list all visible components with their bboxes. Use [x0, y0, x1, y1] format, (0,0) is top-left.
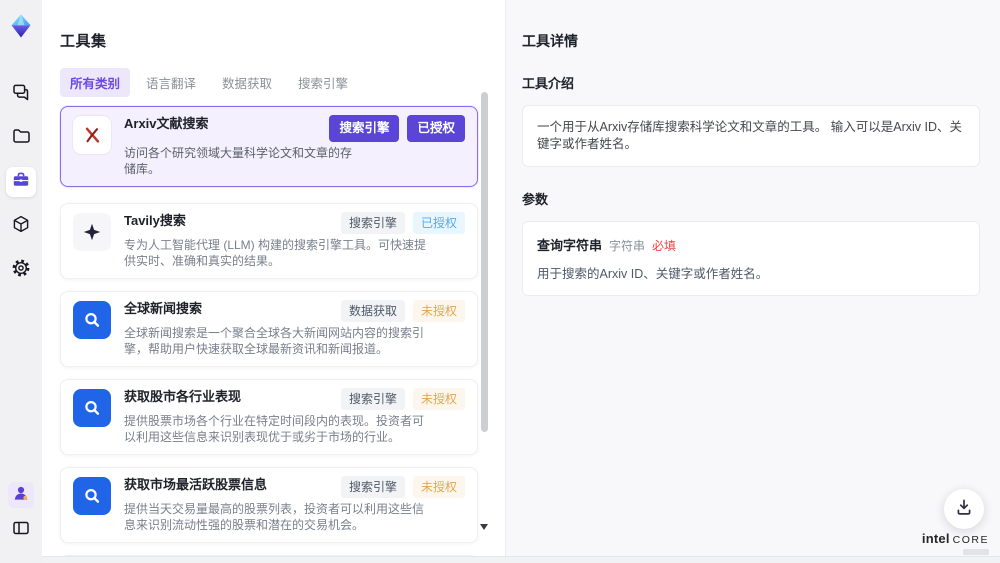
category-tab[interactable]: 搜索引擎 — [288, 68, 358, 97]
cube-icon — [11, 214, 31, 239]
category-badge: 搜索引擎 — [329, 115, 400, 142]
category-badge: 数据获取 — [340, 299, 405, 322]
intro-box: 一个用于从Arxiv存储库搜索科学论文和文章的工具。 输入可以是Arxiv ID… — [522, 104, 980, 167]
tool-card[interactable]: 全球新闻搜索 数据获取 未授权 全球新闻搜索是一个聚合全球各大新闻网站内容的搜索… — [60, 290, 478, 367]
sidebar-item-toolbox[interactable] — [6, 167, 36, 197]
page-title: 工具集 — [60, 33, 107, 51]
tavily-star-icon — [82, 222, 102, 242]
intel-core-logo: intel CORE — [921, 530, 989, 555]
tool-description: 提供当天交易量最高的股票列表，投资者可以利用这些信息来识别流动性强的股票和潜在的… — [124, 501, 425, 533]
param-description: 用于搜索的Arxiv ID、关键字或作者姓名。 — [537, 266, 769, 281]
settings-gear-icon — [11, 258, 31, 282]
scroll-down-arrow-icon[interactable] — [480, 524, 488, 530]
param-type: 字符串 — [609, 238, 646, 253]
tool-description: 专为人工智能代理 (LLM) 构建的搜索引擎工具。可快速提供实时、准确和真实的结… — [124, 237, 427, 269]
brand-intel-text: intel — [921, 530, 950, 546]
auth-status-badge: 已授权 — [412, 211, 465, 234]
tool-description: 全球新闻搜索是一个聚合全球各大新闻网站内容的搜索引擎，帮助用户快速获取全球最新资… — [124, 325, 425, 357]
tool-icon — [73, 116, 111, 155]
app-logo gem-logo-icon — [6, 11, 36, 41]
brand-core-text: CORE — [952, 533, 989, 546]
sidebar — [0, 0, 42, 563]
param-box: 查询字符串 字符串 必填 用于搜索的Arxiv ID、关键字或作者姓名。 — [522, 220, 980, 296]
brand-accent-bar — [963, 549, 989, 555]
tools-list: Arxiv文献搜索 搜索引擎 已授权 访问各个研究领域大量科学论文和文章的存储库… — [60, 106, 478, 556]
category-tabs: 所有类别 语言翻译 数据获取 搜索引擎 — [60, 68, 505, 98]
app-window: 工具集 所有类别 语言翻译 数据获取 搜索引擎 Arxiv文献搜索 搜索引擎 已… — [0, 0, 1000, 563]
avatar-icon — [11, 483, 31, 508]
tool-name: Tavily搜索 — [124, 212, 186, 228]
tools-list-panel: 工具集 所有类别 语言翻译 数据获取 搜索引擎 Arxiv文献搜索 搜索引擎 已… — [42, 0, 505, 556]
tool-name: 全球新闻搜索 — [124, 300, 203, 316]
category-badge: 搜索引擎 — [340, 211, 405, 234]
tool-name: Arxiv文献搜索 — [124, 116, 209, 132]
toolbox-icon — [11, 170, 31, 195]
tool-icon — [73, 212, 111, 251]
sidebar-item-files[interactable] — [6, 123, 36, 153]
category-badge: 搜索引擎 — [340, 475, 405, 498]
tool-detail-panel: 工具详情 工具介绍 一个用于从Arxiv存储库搜索科学论文和文章的工具。 输入可… — [505, 0, 1000, 556]
auth-status-badge: 未授权 — [412, 299, 465, 322]
tool-card[interactable]: Arxiv文献搜索 搜索引擎 已授权 访问各个研究领域大量科学论文和文章的存储库… — [60, 106, 478, 187]
sidebar-item-chat[interactable] — [6, 79, 36, 109]
tool-description: 提供股票市场各个行业在特定时间段内的表现。投资者可以利用这些信息来识别表现优于或… — [124, 413, 425, 445]
search-glyph-icon — [82, 310, 102, 330]
download-icon — [954, 497, 974, 522]
intro-text: 一个用于从Arxiv存储库搜索科学论文和文章的工具。 输入可以是Arxiv ID… — [537, 119, 963, 151]
category-badge: 搜索引擎 — [340, 387, 405, 410]
sidebar-item-packages[interactable] — [6, 211, 36, 241]
download-fab-button[interactable] — [944, 489, 984, 529]
list-scrollbar-thumb[interactable] — [481, 92, 488, 432]
param-required-badge: 必填 — [652, 238, 677, 253]
sidebar-item-settings[interactable] — [6, 255, 36, 285]
panel-toggle-icon — [11, 518, 31, 543]
param-name: 查询字符串 — [537, 237, 603, 253]
sidebar-bottom — [6, 482, 36, 545]
auth-status-badge: 已授权 — [407, 115, 465, 142]
user-avatar[interactable] — [8, 482, 34, 508]
tool-icon — [73, 388, 111, 427]
sidebar-nav — [6, 79, 36, 285]
category-tab[interactable]: 所有类别 — [60, 68, 131, 98]
tool-card[interactable]: 获取市场最活跃股票信息 搜索引擎 未授权 提供当天交易量最高的股票列表，投资者可… — [60, 466, 478, 543]
tool-name: 获取市场最活跃股票信息 — [124, 476, 268, 492]
auth-status-badge: 未授权 — [412, 475, 465, 498]
folder-icon — [11, 126, 31, 151]
tool-name: 获取股市各行业表现 — [124, 388, 242, 404]
arxiv-icon — [81, 124, 103, 146]
search-glyph-icon — [82, 486, 102, 506]
intro-heading: 工具介绍 — [522, 75, 575, 91]
params-heading: 参数 — [522, 191, 549, 207]
window-bottom-edge — [42, 556, 1000, 563]
tool-icon — [73, 476, 111, 515]
tool-card[interactable]: 获取股市各行业表现 搜索引擎 未授权 提供股票市场各个行业在特定时间段内的表现。… — [60, 378, 478, 455]
auth-status-badge: 未授权 — [412, 387, 465, 410]
category-tab[interactable]: 语言翻译 — [136, 68, 206, 97]
search-glyph-icon — [82, 398, 102, 418]
chat-icon — [11, 82, 31, 107]
panel-toggle-button[interactable] — [6, 515, 36, 545]
tool-icon — [73, 300, 111, 339]
detail-title: 工具详情 — [522, 32, 578, 49]
tool-description: 访问各个研究领域大量科学论文和文章的存储库。 — [124, 145, 353, 177]
tool-card[interactable]: Tavily搜索 搜索引擎 已授权 专为人工智能代理 (LLM) 构建的搜索引擎… — [60, 202, 478, 279]
category-tab[interactable]: 数据获取 — [212, 68, 282, 97]
